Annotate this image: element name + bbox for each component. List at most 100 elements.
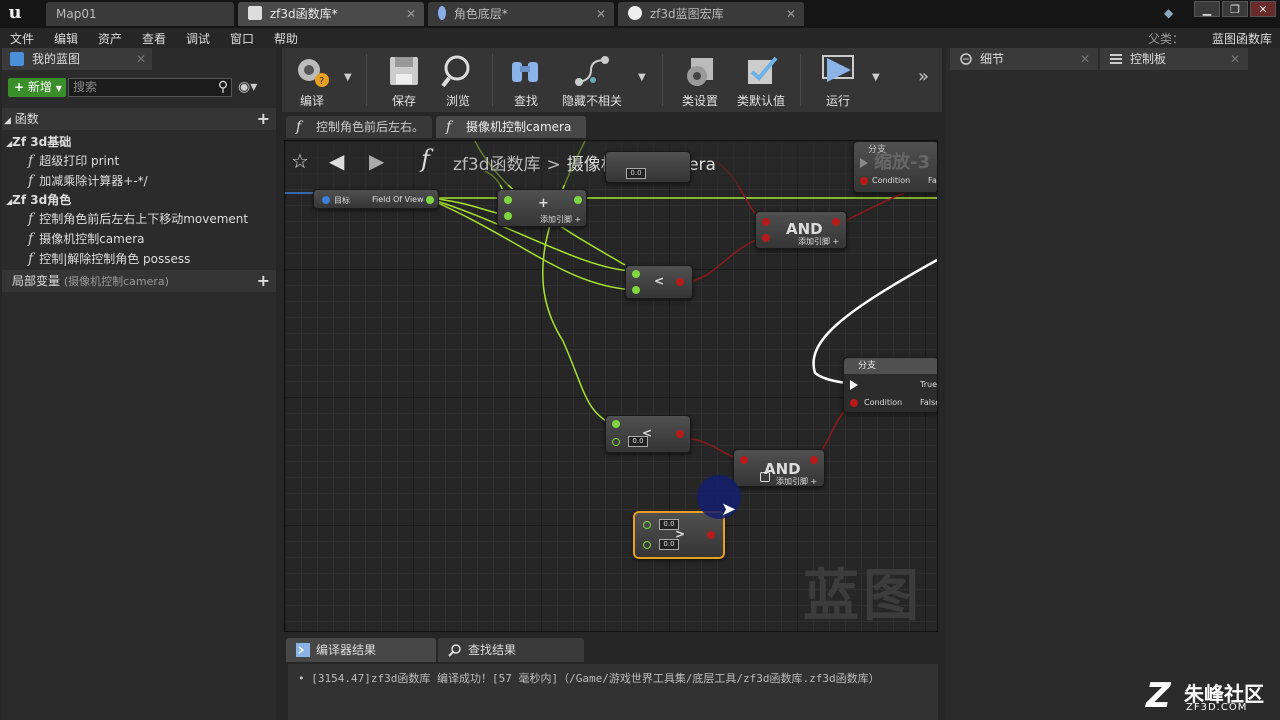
node-branch-top[interactable]: 分支 缩放-3 Condition Fals <box>853 141 937 193</box>
close-icon[interactable]: ✕ <box>136 48 146 70</box>
add-output-pin[interactable] <box>574 196 582 204</box>
tab-compiler-results[interactable]: 编译器结果 <box>286 638 436 662</box>
save-button[interactable]: 保存 <box>378 48 430 112</box>
function-item-calculator[interactable]: f 加减乘除计算器+-*/ <box>28 172 148 189</box>
notification-icon[interactable]: ◆ <box>1164 6 1180 20</box>
add-pin-label[interactable]: 添加引脚 + <box>540 214 581 225</box>
local-variables-section-header[interactable]: 局部变量 (摄像机控制camera) + <box>2 270 276 292</box>
tab-find-results[interactable]: 查找结果 <box>438 638 584 662</box>
play-options-dropdown-icon[interactable]: ▼ <box>872 72 880 83</box>
menu-view[interactable]: 查看 <box>142 30 166 47</box>
menu-window[interactable]: 窗口 <box>230 30 254 47</box>
function-item-movement[interactable]: f 控制角色前后左右上下移动movement <box>28 210 248 227</box>
close-icon[interactable]: ✕ <box>1080 48 1090 70</box>
tab-zf3d-macro-library[interactable]: zf3d蓝图宏库 ✕ <box>618 2 804 26</box>
close-icon[interactable]: ✕ <box>596 2 606 26</box>
functions-section-header[interactable]: ◢ 函数 + <box>2 108 276 130</box>
function-icon: f <box>28 231 34 247</box>
node-and-1[interactable]: AND 添加引脚 + <box>755 211 847 249</box>
greater-output-pin[interactable] <box>707 531 715 539</box>
tab-zf3d-library[interactable]: zf3d函数库* ✕ <box>238 2 424 26</box>
function-item-super-print[interactable]: f 超级打印 print <box>28 152 119 169</box>
view-options-icon[interactable]: ◉▾ <box>238 79 268 96</box>
parent-class-link[interactable]: 蓝图函数库 <box>1212 30 1272 47</box>
add-variable-icon[interactable]: + <box>257 270 270 292</box>
category-zf3d-character[interactable]: ◢Zf 3d角色 <box>6 191 71 208</box>
node-less-than-2[interactable]: 0.0 < <box>605 415 691 453</box>
greater-input-b-pin[interactable] <box>643 541 651 549</box>
function-item-possess[interactable]: f 控制|解除控制角色 possess <box>28 250 190 267</box>
class-settings-button[interactable]: 类设置 <box>674 48 726 112</box>
menu-debug[interactable]: 调试 <box>186 30 210 47</box>
and-input-a-pin[interactable] <box>762 218 770 226</box>
menu-edit[interactable]: 编辑 <box>54 30 78 47</box>
star-icon[interactable]: ☆ <box>291 149 313 173</box>
tab-my-blueprint[interactable]: 我的蓝图 ✕ <box>2 48 152 70</box>
close-icon[interactable]: ✕ <box>786 2 796 26</box>
less-output-pin[interactable] <box>676 278 684 286</box>
back-arrow-icon[interactable]: ◀ <box>329 149 344 173</box>
node-add[interactable]: + 添加引脚 + <box>497 189 587 227</box>
class-defaults-button[interactable]: 类默认值 <box>732 48 790 112</box>
greater-input-a-pin[interactable] <box>643 521 651 529</box>
unreal-logo-icon[interactable]: u <box>4 2 26 24</box>
breadcrumb-root[interactable]: zf3d函数库 <box>453 155 541 175</box>
tab-character-base[interactable]: 角色底层* ✕ <box>428 2 614 26</box>
tab-map01[interactable]: Map01 <box>46 2 234 26</box>
less-input-a-pin[interactable] <box>632 270 640 278</box>
condition-pin[interactable] <box>860 177 868 185</box>
add-new-button[interactable]: + 新增 ▼ <box>8 78 66 97</box>
less-input-b-pin[interactable] <box>632 286 640 294</box>
close-button[interactable]: ✕ <box>1250 1 1276 17</box>
node-top-partial[interactable]: 0.0 <box>605 151 691 183</box>
add-function-icon[interactable]: + <box>257 108 270 130</box>
tab-camera-graph[interactable]: f 摄像机控制camera <box>436 116 586 138</box>
play-button[interactable]: 运行 <box>810 48 866 112</box>
condition-pin[interactable] <box>850 399 858 407</box>
menu-asset[interactable]: 资产 <box>98 30 122 47</box>
category-zf3d-basic[interactable]: ◢Zf 3d基础 <box>6 133 71 150</box>
search-input[interactable]: 搜索 <box>68 78 232 97</box>
node-field-of-view[interactable]: 目标 Field Of View <box>313 189 439 209</box>
tab-details[interactable]: 细节 ✕ <box>950 48 1098 70</box>
exec-in-pin[interactable] <box>850 380 858 390</box>
hide-unrelated-button[interactable]: 隐藏不相关 <box>556 48 628 112</box>
minimize-button[interactable]: ▁ <box>1194 1 1220 17</box>
add-pin-label[interactable]: 添加引脚 + <box>776 476 817 487</box>
less2-input-a-pin[interactable] <box>612 420 620 428</box>
add-input-b-pin[interactable] <box>504 212 512 220</box>
close-icon[interactable]: ✕ <box>406 2 416 26</box>
find-button[interactable]: 查找 <box>500 48 552 112</box>
compile-button[interactable]: ? 编译 <box>286 48 338 112</box>
and-input-b-pin[interactable] <box>762 234 770 242</box>
less2-input-b-pin[interactable] <box>612 438 620 446</box>
compile-options-dropdown-icon[interactable]: ▼ <box>344 72 352 83</box>
exec-in-pin[interactable] <box>860 158 868 168</box>
function-item-camera[interactable]: f 摄像机控制camera <box>28 230 145 247</box>
blueprint-graph-canvas[interactable]: ☆ ◀ ▶ f zf3d函数库>摄像机控制camera 蓝图 0.0 分支 缩放… <box>284 140 938 632</box>
field-of-view-pin[interactable] <box>426 196 434 204</box>
menu-file[interactable]: 文件 <box>10 30 34 47</box>
add-input-a-pin[interactable] <box>504 196 512 204</box>
menu-help[interactable]: 帮助 <box>274 30 298 47</box>
node-and-2[interactable]: AND 添加引脚 + <box>733 449 825 487</box>
add-pin-label[interactable]: 添加引脚 + <box>798 236 839 247</box>
node-greater-than-selected[interactable]: 0.0 0.0 > <box>633 511 725 559</box>
tab-palette[interactable]: 控制板 ✕ <box>1100 48 1248 70</box>
and2-output-pin[interactable] <box>810 456 818 464</box>
more-tools-icon[interactable]: » <box>918 66 929 87</box>
close-icon[interactable]: ✕ <box>1230 48 1240 70</box>
and2-input-a-pin[interactable] <box>740 456 748 464</box>
float-input-box[interactable]: 0.0 <box>626 168 646 179</box>
search-icon[interactable]: ⚲ <box>214 79 232 96</box>
node-less-than[interactable]: < <box>625 265 693 299</box>
hide-unrelated-dropdown-icon[interactable]: ▼ <box>638 72 646 83</box>
less2-output-pin[interactable] <box>676 430 684 438</box>
forward-arrow-icon[interactable]: ▶ <box>369 149 384 173</box>
and-output-pin[interactable] <box>832 218 840 226</box>
node-branch[interactable]: 分支 Condition True False <box>843 357 937 413</box>
target-pin[interactable] <box>322 196 330 204</box>
browse-button[interactable]: 浏览 <box>432 48 484 112</box>
maximize-button[interactable]: ❐ <box>1222 1 1248 17</box>
tab-movement-graph[interactable]: f 控制角色前后左右。 <box>286 116 432 138</box>
